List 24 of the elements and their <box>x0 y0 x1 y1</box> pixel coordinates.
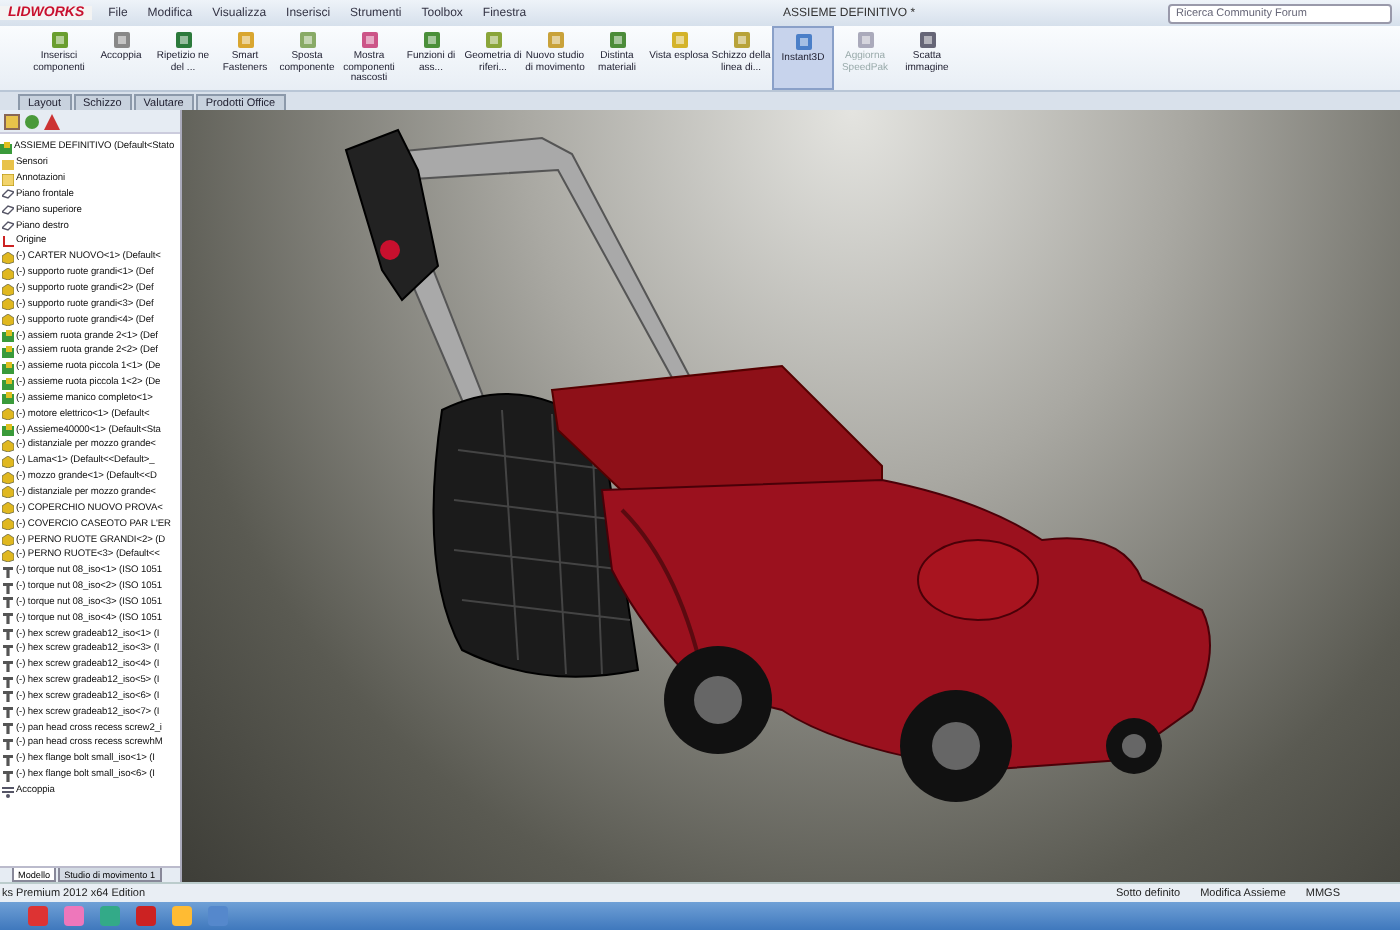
tool-icon <box>483 30 503 50</box>
tool-icon <box>793 32 813 52</box>
tool-icon <box>669 30 689 50</box>
tool-icon <box>173 30 193 50</box>
origin-icon <box>2 235 14 248</box>
property-icon[interactable] <box>24 113 40 129</box>
assembly-icon <box>0 141 12 154</box>
tool-icon <box>855 30 875 50</box>
tool-icon <box>917 30 937 50</box>
assembly-icon <box>2 424 14 437</box>
tool-icon <box>545 30 565 50</box>
tool-icon <box>235 30 255 50</box>
tool-icon <box>731 30 751 50</box>
part-icon <box>2 408 14 421</box>
tool-icon <box>607 30 627 50</box>
mates-icon <box>2 785 14 798</box>
tool-icon <box>49 30 69 50</box>
tool-icon <box>297 30 317 50</box>
annotation-icon <box>2 173 14 186</box>
folder-icon <box>2 157 14 170</box>
tool-icon <box>421 30 441 50</box>
feature-tree-icon[interactable] <box>4 113 20 129</box>
tool-icon <box>359 30 379 50</box>
tool-icon <box>111 30 131 50</box>
